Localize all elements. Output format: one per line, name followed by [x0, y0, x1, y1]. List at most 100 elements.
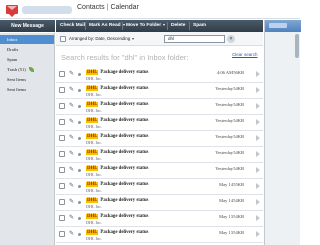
open-message-arrow-icon[interactable] — [256, 119, 260, 125]
message-date: May 14 — [219, 198, 233, 203]
subject-text: Package delivery status — [100, 166, 149, 171]
message-subject: DHL Package delivery status — [86, 134, 148, 139]
attachment-icon: ✎ — [69, 199, 75, 205]
open-message-arrow-icon[interactable] — [256, 87, 260, 93]
attachment-icon: ✎ — [69, 87, 75, 93]
attachment-icon: ✎ — [69, 71, 75, 77]
message-row[interactable]: ✎ DHL Package delivery status DHL Inc. Ye… — [56, 131, 263, 147]
subject-text: Package delivery status — [100, 118, 149, 123]
message-row[interactable]: ✎ DHL Package delivery status DHL Inc. Ma… — [56, 179, 263, 195]
message-row[interactable]: ✎ DHL Package delivery status DHL Inc. Ye… — [56, 99, 263, 115]
open-message-arrow-icon[interactable] — [256, 103, 260, 109]
dhl-logo: DHL — [86, 182, 99, 187]
message-sender: DHL Inc. — [86, 172, 102, 177]
status-dot-icon — [78, 185, 81, 188]
message-sender: DHL Inc. — [86, 188, 102, 193]
message-row[interactable]: ✎ DHL Package delivery status DHL Inc. Ma… — [56, 211, 263, 227]
message-row[interactable]: ✎ DHL Package delivery status DHL Inc. Ye… — [56, 115, 263, 131]
move-to-folder-button[interactable]: Move To Folder — [126, 20, 166, 32]
search-input[interactable]: dhl — [164, 35, 225, 43]
message-checkbox[interactable] — [59, 151, 65, 157]
message-row[interactable]: ✎ DHL Package delivery status DHL Inc. 4:… — [56, 67, 263, 83]
mark-as-read-button[interactable]: Mark As Read — [89, 20, 125, 32]
message-row[interactable]: ✎ DHL Package delivery status DHL Inc. Ma… — [56, 227, 263, 243]
folder-sent-items-2[interactable]: Sent Items — [0, 85, 54, 94]
message-checkbox[interactable] — [59, 183, 65, 189]
message-sender: DHL Inc. — [86, 140, 102, 145]
clear-search-icon[interactable]: × — [227, 35, 235, 43]
message-size: 54KB — [233, 166, 244, 171]
status-dot-icon — [78, 105, 81, 108]
folder-inbox[interactable]: Inbox — [0, 35, 54, 44]
spam-button[interactable]: Spam — [193, 20, 206, 32]
message-checkbox[interactable] — [59, 215, 65, 221]
select-all-checkbox[interactable] — [60, 36, 66, 42]
message-date: May 13 — [219, 214, 233, 219]
folder-trash[interactable]: Trash (51) — [0, 65, 54, 74]
status-dot-icon — [78, 201, 81, 204]
dhl-logo: DHL — [86, 86, 99, 91]
message-checkbox[interactable] — [59, 119, 65, 125]
message-size: 54KB — [233, 214, 244, 219]
open-message-arrow-icon[interactable] — [256, 151, 260, 157]
open-message-arrow-icon[interactable] — [256, 183, 260, 189]
clear-search-link[interactable]: Clear search — [232, 52, 258, 57]
message-row[interactable]: ✎ DHL Package delivery status DHL Inc. Ye… — [56, 83, 263, 99]
message-date: Yesterday — [215, 118, 233, 123]
account-name-redacted — [22, 6, 72, 14]
message-row[interactable]: ✎ DHL Package delivery status DHL Inc. Ye… — [56, 163, 263, 179]
new-message-button[interactable]: New Message — [0, 20, 55, 32]
message-size: 54KB — [233, 118, 244, 123]
toolbar-divider — [122, 22, 123, 30]
message-size: 55KB — [233, 182, 244, 187]
dhl-logo: DHL — [86, 198, 99, 203]
scrollbar-thumb[interactable] — [295, 34, 299, 58]
nav-contacts[interactable]: Contacts — [77, 4, 105, 11]
dhl-logo: DHL — [86, 134, 99, 139]
dhl-logo: DHL — [86, 70, 99, 75]
delete-button[interactable]: Delete — [171, 20, 185, 32]
message-checkbox[interactable] — [59, 71, 65, 77]
message-date: May 14 — [219, 182, 233, 187]
open-message-arrow-icon[interactable] — [256, 135, 260, 141]
open-message-arrow-icon[interactable] — [256, 71, 260, 77]
message-checkbox[interactable] — [59, 231, 65, 237]
sort-order-select[interactable]: Arranged by: Date, Descending — [69, 35, 135, 42]
attachment-icon: ✎ — [69, 183, 75, 189]
dhl-logo: DHL — [86, 230, 99, 235]
folder-trash-label: Trash (51) — [7, 67, 26, 72]
message-subject: DHL Package delivery status — [86, 166, 148, 171]
message-subject: DHL Package delivery status — [86, 230, 148, 235]
message-sender: DHL Inc. — [86, 220, 102, 225]
message-checkbox[interactable] — [59, 167, 65, 173]
message-subject: DHL Package delivery status — [86, 150, 148, 155]
empty-trash-icon[interactable] — [28, 67, 34, 73]
message-checkbox[interactable] — [59, 87, 65, 93]
message-checkbox[interactable] — [59, 199, 65, 205]
message-subject: DHL Package delivery status — [86, 198, 148, 203]
message-checkbox[interactable] — [59, 103, 65, 109]
sort-order-label: Arranged by: Date, Descending — [69, 36, 131, 41]
nav-calendar[interactable]: Calendar — [110, 4, 138, 11]
message-date: 4:06 AM — [216, 70, 233, 75]
chevron-down-icon — [163, 23, 166, 26]
open-message-arrow-icon[interactable] — [256, 199, 260, 205]
open-message-arrow-icon[interactable] — [256, 231, 260, 237]
folder-spam[interactable]: Spam — [0, 55, 54, 64]
dhl-logo: DHL — [86, 166, 99, 171]
check-mail-button[interactable]: Check Mail — [60, 20, 85, 32]
message-checkbox[interactable] — [59, 135, 65, 141]
subject-text: Package delivery status — [100, 230, 149, 235]
message-date: Yesterday — [215, 150, 233, 155]
message-size: 56KB — [233, 70, 244, 75]
open-message-arrow-icon[interactable] — [256, 215, 260, 221]
status-dot-icon — [78, 137, 81, 140]
mail-logo-icon[interactable] — [6, 5, 18, 17]
message-size: 54KB — [233, 150, 244, 155]
folder-sent-items[interactable]: Sent Items — [0, 75, 54, 84]
attachment-icon: ✎ — [69, 151, 75, 157]
message-row[interactable]: ✎ DHL Package delivery status DHL Inc. Ye… — [56, 147, 263, 163]
folder-drafts[interactable]: Drafts — [0, 45, 54, 54]
open-message-arrow-icon[interactable] — [256, 167, 260, 173]
message-row[interactable]: ✎ DHL Package delivery status DHL Inc. Ma… — [56, 195, 263, 211]
